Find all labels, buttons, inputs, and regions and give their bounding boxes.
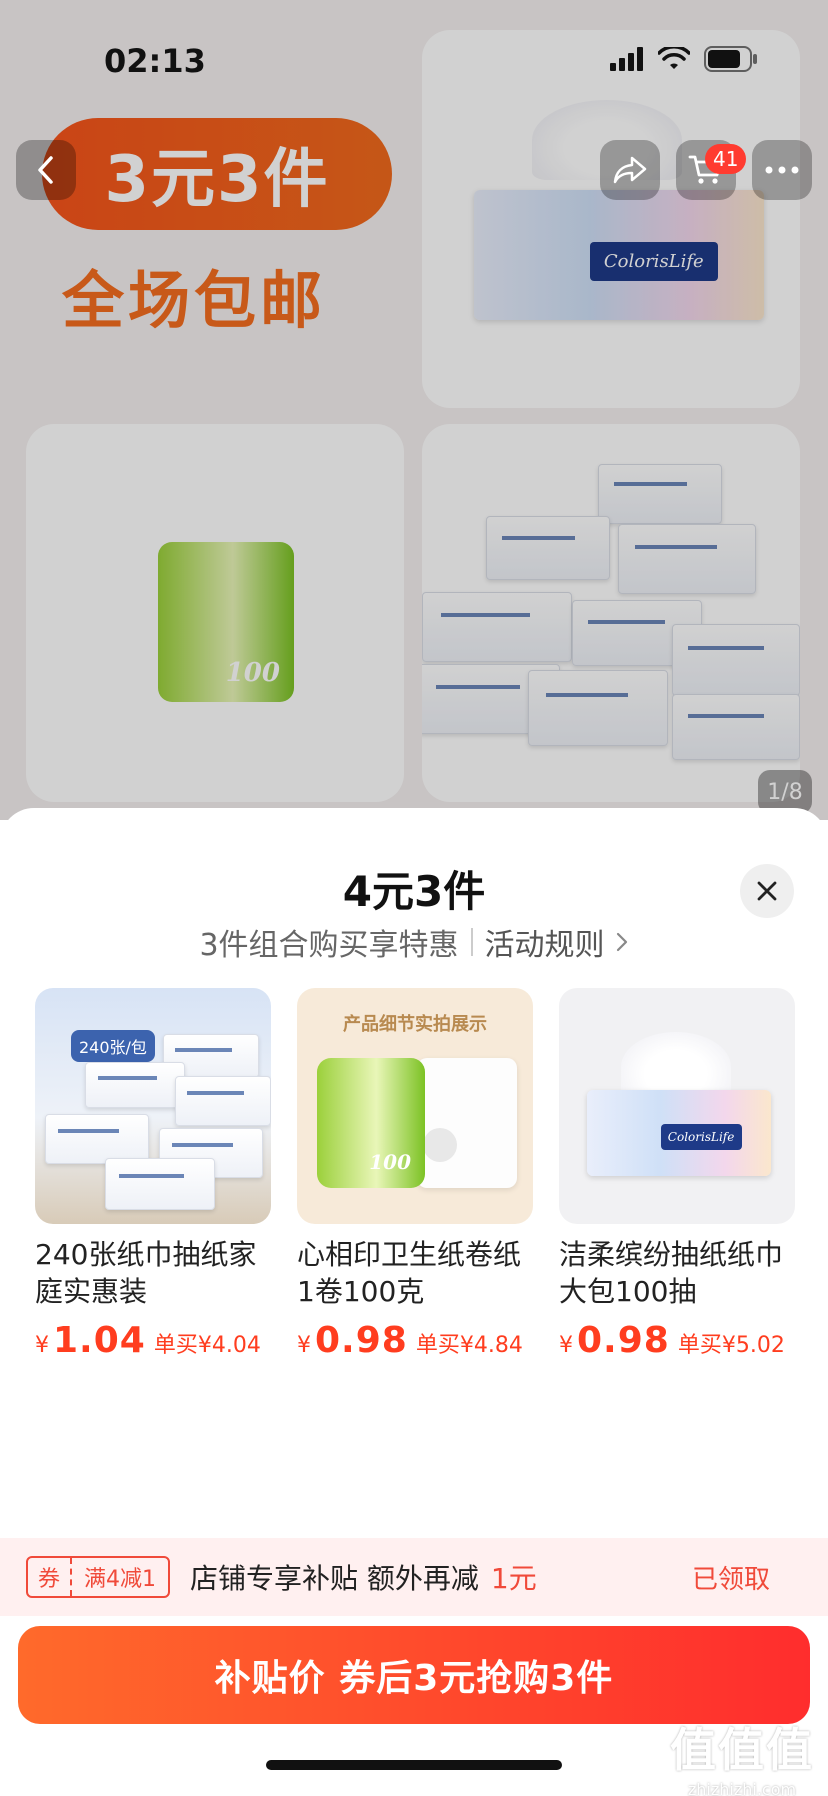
watermark-main: 值值值 xyxy=(670,1723,814,1777)
bundle-deal-sheet: 4元3件 3件组合购买享特惠 活动规则 240张/包 240张纸巾抽纸家庭实惠装… xyxy=(0,808,828,1796)
sheet-subtitle: 3件组合购买享特惠 xyxy=(199,928,459,963)
currency-symbol: ¥ xyxy=(559,1333,573,1358)
product-image-toilet-roll: 产品细节实拍展示 100 xyxy=(297,988,533,1224)
buy-bundle-button[interactable]: 补贴价 券后3元抢购3件 xyxy=(18,1626,810,1724)
coupon-amount: 1元 xyxy=(490,1562,537,1595)
sheet-title: 4元3件 xyxy=(342,867,486,916)
battery-icon xyxy=(704,46,757,72)
coupon-tag: 券 满4减1 xyxy=(26,1556,170,1598)
single-price: 单买¥4.04 xyxy=(153,1333,261,1358)
back-button[interactable] xyxy=(16,140,76,200)
rules-link[interactable]: 活动规则 xyxy=(485,920,629,964)
status-icons xyxy=(610,46,758,72)
bundle-products: 240张/包 240张纸巾抽纸家庭实惠装 ¥ 1.04 单买¥4.04 产品细节… xyxy=(35,988,795,1368)
share-button[interactable] xyxy=(600,140,660,200)
site-watermark: 值值值 zhizhizhi.com xyxy=(670,1714,814,1796)
product-price-row: ¥ 0.98 单买¥4.84 xyxy=(297,1320,533,1361)
chevron-left-icon xyxy=(38,156,53,184)
single-price: 单买¥5.02 xyxy=(677,1333,785,1358)
modal-backdrop[interactable] xyxy=(0,0,828,820)
product-image-badge: 240张/包 xyxy=(71,1030,155,1062)
chevron-right-icon xyxy=(616,932,627,952)
product-name: 心相印卫生纸卷纸1卷100克 xyxy=(297,1238,522,1308)
close-icon xyxy=(757,881,777,901)
currency-symbol: ¥ xyxy=(297,1333,311,1358)
product-price-row: ¥ 1.04 单买¥4.04 xyxy=(35,1320,271,1361)
rules-link-label: 活动规则 xyxy=(484,928,605,963)
bundle-price: 0.98 xyxy=(315,1320,408,1361)
more-icon xyxy=(765,166,799,174)
bundle-price: 0.98 xyxy=(577,1320,670,1361)
product-image-tissue-packs: 240张/包 xyxy=(35,988,271,1224)
coupon-status: 已领取 xyxy=(691,1564,770,1595)
product-image-tissue-box: ColorisLife xyxy=(559,988,795,1224)
watermark-sub: zhizhizhi.com xyxy=(687,1780,797,1796)
single-price: 单买¥4.84 xyxy=(415,1333,523,1358)
coupon-description: 店铺专享补贴 额外再减 xyxy=(190,1562,479,1595)
product-image-caption: 产品细节实拍展示 xyxy=(343,1014,487,1035)
signal-icon xyxy=(610,47,643,71)
sheet-subtitle-row: 3件组合购买享特惠 活动规则 xyxy=(0,920,828,964)
coupon-tag-label: 券 xyxy=(28,1558,72,1596)
more-button[interactable] xyxy=(752,140,812,200)
product-gallery[interactable]: 3元3件 全场包邮 ColorisLife 100 1/8 02:13 41 xyxy=(0,0,828,820)
divider xyxy=(470,928,473,956)
coupon-strip[interactable]: 券 满4减1 店铺专享补贴 额外再减 1元 已领取 xyxy=(0,1538,828,1616)
share-icon xyxy=(613,156,647,184)
product-price-row: ¥ 0.98 单买¥5.02 xyxy=(559,1320,795,1361)
currency-symbol: ¥ xyxy=(35,1333,49,1358)
product-name: 240张纸巾抽纸家庭实惠装 xyxy=(35,1238,257,1308)
status-time: 02:13 xyxy=(104,42,206,80)
product-card[interactable]: 240张/包 240张纸巾抽纸家庭实惠装 ¥ 1.04 单买¥4.04 xyxy=(35,988,271,1361)
close-button[interactable] xyxy=(740,864,794,918)
bundle-price: 1.04 xyxy=(53,1320,146,1361)
home-indicator[interactable] xyxy=(266,1760,562,1770)
product-card[interactable]: ColorisLife 洁柔缤纷抽纸纸巾大包100抽 ¥ 0.98 单买¥5.0… xyxy=(559,988,795,1361)
product-name: 洁柔缤纷抽纸纸巾大包100抽 xyxy=(559,1238,784,1308)
product-card[interactable]: 产品细节实拍展示 100 心相印卫生纸卷纸1卷100克 ¥ 0.98 单买¥4.… xyxy=(297,988,533,1361)
wifi-icon xyxy=(658,47,690,69)
cart-count-badge: 41 xyxy=(705,144,747,174)
coupon-tag-condition: 满4减1 xyxy=(84,1567,156,1592)
